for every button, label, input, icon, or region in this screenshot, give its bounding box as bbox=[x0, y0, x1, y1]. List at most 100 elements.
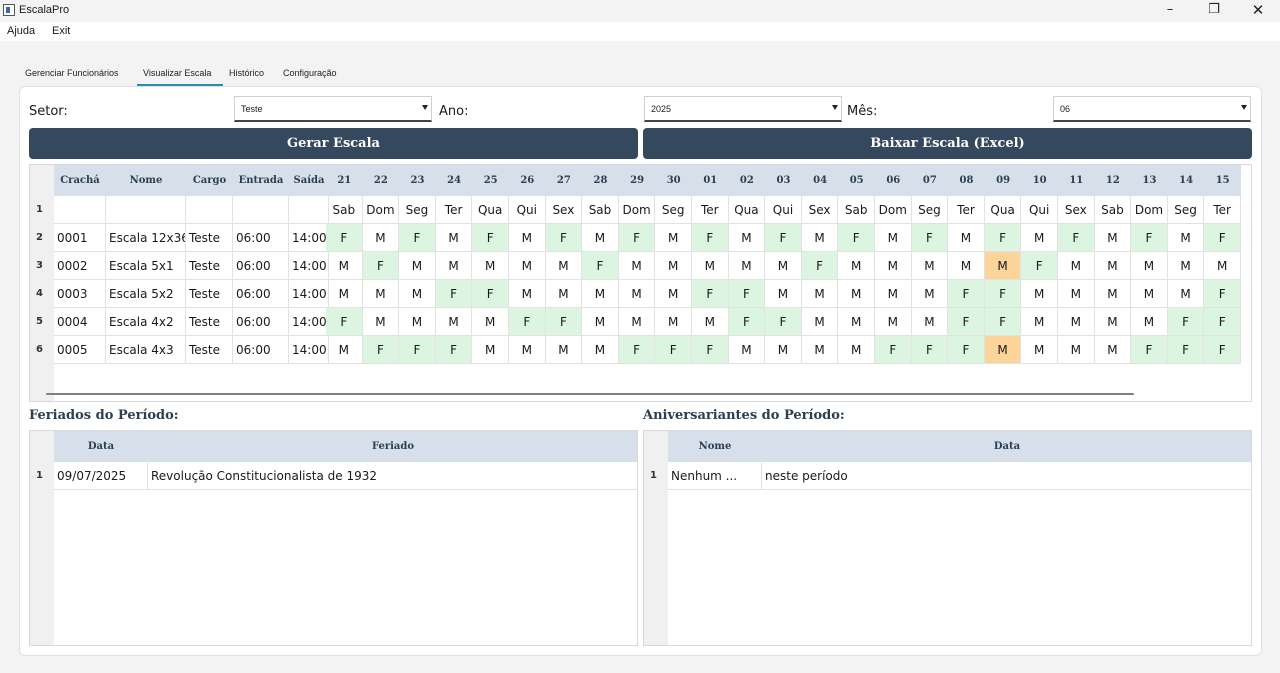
shift-cell[interactable]: M bbox=[618, 280, 656, 308]
column-header-cracha[interactable]: Crachá bbox=[54, 165, 106, 196]
weekday-cell[interactable]: Ter bbox=[1204, 196, 1241, 224]
shift-cell[interactable]: M bbox=[1058, 308, 1095, 336]
shift-cell[interactable]: F bbox=[692, 280, 729, 308]
tab-gerenciar-funcionarios[interactable]: Gerenciar Funcionários bbox=[25, 62, 137, 86]
shift-cell[interactable]: M bbox=[509, 280, 546, 308]
shift-cell[interactable]: M bbox=[1021, 280, 1058, 308]
shift-cell[interactable]: M bbox=[801, 308, 839, 336]
column-header-day[interactable]: 03 bbox=[765, 165, 802, 196]
shift-cell[interactable]: F bbox=[618, 336, 656, 364]
column-header-day[interactable]: 27 bbox=[545, 165, 583, 196]
shift-cell[interactable]: M bbox=[984, 336, 1022, 364]
shift-cell[interactable]: M bbox=[472, 336, 509, 364]
entrada-cell[interactable]: 06:00 bbox=[233, 308, 289, 336]
column-header-day[interactable]: 11 bbox=[1058, 165, 1095, 196]
shift-cell[interactable]: M bbox=[326, 252, 363, 280]
shift-cell[interactable]: F bbox=[765, 308, 802, 336]
feriado-name-cell[interactable]: Revolução Constitucionalista de 1932 bbox=[148, 462, 637, 490]
shift-cell[interactable]: F bbox=[472, 280, 509, 308]
column-header-day[interactable]: 30 bbox=[655, 165, 692, 196]
shift-cell[interactable]: F bbox=[435, 280, 473, 308]
row-number[interactable]: 1 bbox=[30, 462, 54, 490]
shift-cell[interactable]: F bbox=[326, 224, 363, 252]
menu-exit[interactable]: Exit bbox=[52, 25, 70, 37]
weekday-cell[interactable]: Seg bbox=[1167, 196, 1205, 224]
column-header-day[interactable]: 28 bbox=[582, 165, 619, 196]
column-header-day[interactable]: 23 bbox=[399, 165, 436, 196]
shift-cell[interactable]: M bbox=[435, 224, 473, 252]
shift-cell[interactable]: M bbox=[435, 252, 473, 280]
row-number[interactable]: 5 bbox=[30, 308, 54, 336]
weekday-cell[interactable]: Dom bbox=[875, 196, 912, 224]
cargo-cell[interactable]: Teste bbox=[186, 252, 233, 280]
shift-cell[interactable]: M bbox=[1021, 224, 1058, 252]
shift-cell[interactable]: M bbox=[509, 224, 546, 252]
saida-cell[interactable]: 14:00 bbox=[289, 252, 329, 280]
mes-select[interactable]: 06 bbox=[1053, 96, 1251, 122]
shift-cell[interactable]: F bbox=[948, 280, 985, 308]
nome-cell[interactable]: Escala 4x3 bbox=[106, 336, 186, 364]
aniversariante-date-cell[interactable]: neste período bbox=[762, 462, 1251, 490]
weekday-cell[interactable]: Seg bbox=[911, 196, 949, 224]
entrada-cell[interactable]: 06:00 bbox=[233, 252, 289, 280]
shift-cell[interactable]: M bbox=[1058, 280, 1095, 308]
shift-cell[interactable]: F bbox=[1204, 224, 1241, 252]
weekday-cell[interactable]: Dom bbox=[1131, 196, 1168, 224]
shift-cell[interactable]: F bbox=[1204, 336, 1241, 364]
weekday-cell[interactable]: Sab bbox=[582, 196, 619, 224]
shift-cell[interactable]: M bbox=[765, 280, 802, 308]
cargo-cell[interactable]: Teste bbox=[186, 224, 233, 252]
column-header-day[interactable]: 13 bbox=[1131, 165, 1168, 196]
shift-cell[interactable]: M bbox=[728, 224, 766, 252]
shift-cell[interactable]: F bbox=[435, 336, 473, 364]
weekday-cell[interactable]: Sab bbox=[326, 196, 363, 224]
cracha-cell[interactable]: 0005 bbox=[54, 336, 106, 364]
shift-cell[interactable]: M bbox=[875, 224, 912, 252]
shift-cell[interactable]: F bbox=[1204, 308, 1241, 336]
column-header-nome[interactable]: Nome bbox=[668, 431, 762, 462]
shift-cell[interactable]: M bbox=[838, 308, 875, 336]
shift-cell[interactable]: M bbox=[582, 280, 619, 308]
shift-cell[interactable]: F bbox=[728, 280, 766, 308]
shift-cell[interactable]: M bbox=[801, 224, 839, 252]
shift-cell[interactable]: F bbox=[728, 308, 766, 336]
weekday-cell[interactable]: Seg bbox=[399, 196, 436, 224]
shift-cell[interactable]: M bbox=[1131, 280, 1168, 308]
cracha-cell[interactable]: 0001 bbox=[54, 224, 106, 252]
cargo-cell[interactable]: Teste bbox=[186, 280, 233, 308]
column-header-day[interactable]: 22 bbox=[362, 165, 400, 196]
shift-cell[interactable]: F bbox=[1131, 336, 1168, 364]
column-header-day[interactable]: 09 bbox=[984, 165, 1022, 196]
column-header-day[interactable]: 07 bbox=[911, 165, 949, 196]
column-header-day[interactable]: 15 bbox=[1204, 165, 1241, 196]
cargo-cell[interactable]: Teste bbox=[186, 308, 233, 336]
shift-cell[interactable]: F bbox=[765, 224, 802, 252]
weekday-cell[interactable]: Dom bbox=[362, 196, 400, 224]
column-header-day[interactable]: 14 bbox=[1167, 165, 1205, 196]
column-header-day[interactable]: 29 bbox=[618, 165, 656, 196]
nome-cell[interactable]: Escala 5x2 bbox=[106, 280, 186, 308]
column-header-day[interactable]: 01 bbox=[692, 165, 729, 196]
entrada-cell[interactable]: 06:00 bbox=[233, 336, 289, 364]
weekday-cell[interactable]: Qua bbox=[984, 196, 1022, 224]
baixar-escala-button[interactable]: Baixar Escala (Excel) bbox=[643, 128, 1252, 159]
setor-select[interactable]: Teste bbox=[234, 96, 432, 122]
saida-cell[interactable]: 14:00 bbox=[289, 308, 329, 336]
shift-cell[interactable]: F bbox=[1204, 280, 1241, 308]
column-header-saida[interactable]: Saída bbox=[289, 165, 329, 196]
shift-cell[interactable]: F bbox=[692, 224, 729, 252]
tab-visualizar-escala[interactable]: Visualizar Escala bbox=[137, 62, 223, 86]
shift-cell[interactable]: F bbox=[984, 224, 1022, 252]
saida-cell[interactable]: 14:00 bbox=[289, 280, 329, 308]
row-number[interactable]: 4 bbox=[30, 280, 54, 308]
shift-cell[interactable]: M bbox=[1204, 252, 1241, 280]
shift-cell[interactable]: M bbox=[582, 336, 619, 364]
column-header-day[interactable]: 04 bbox=[801, 165, 839, 196]
column-header-day[interactable]: 08 bbox=[948, 165, 985, 196]
shift-cell[interactable]: M bbox=[1167, 252, 1205, 280]
shift-cell[interactable]: F bbox=[509, 308, 546, 336]
tab-configuracao[interactable]: Configuração bbox=[283, 62, 353, 86]
shift-cell[interactable]: M bbox=[875, 252, 912, 280]
row-number[interactable]: 6 bbox=[30, 336, 54, 364]
shift-cell[interactable]: M bbox=[1094, 252, 1132, 280]
